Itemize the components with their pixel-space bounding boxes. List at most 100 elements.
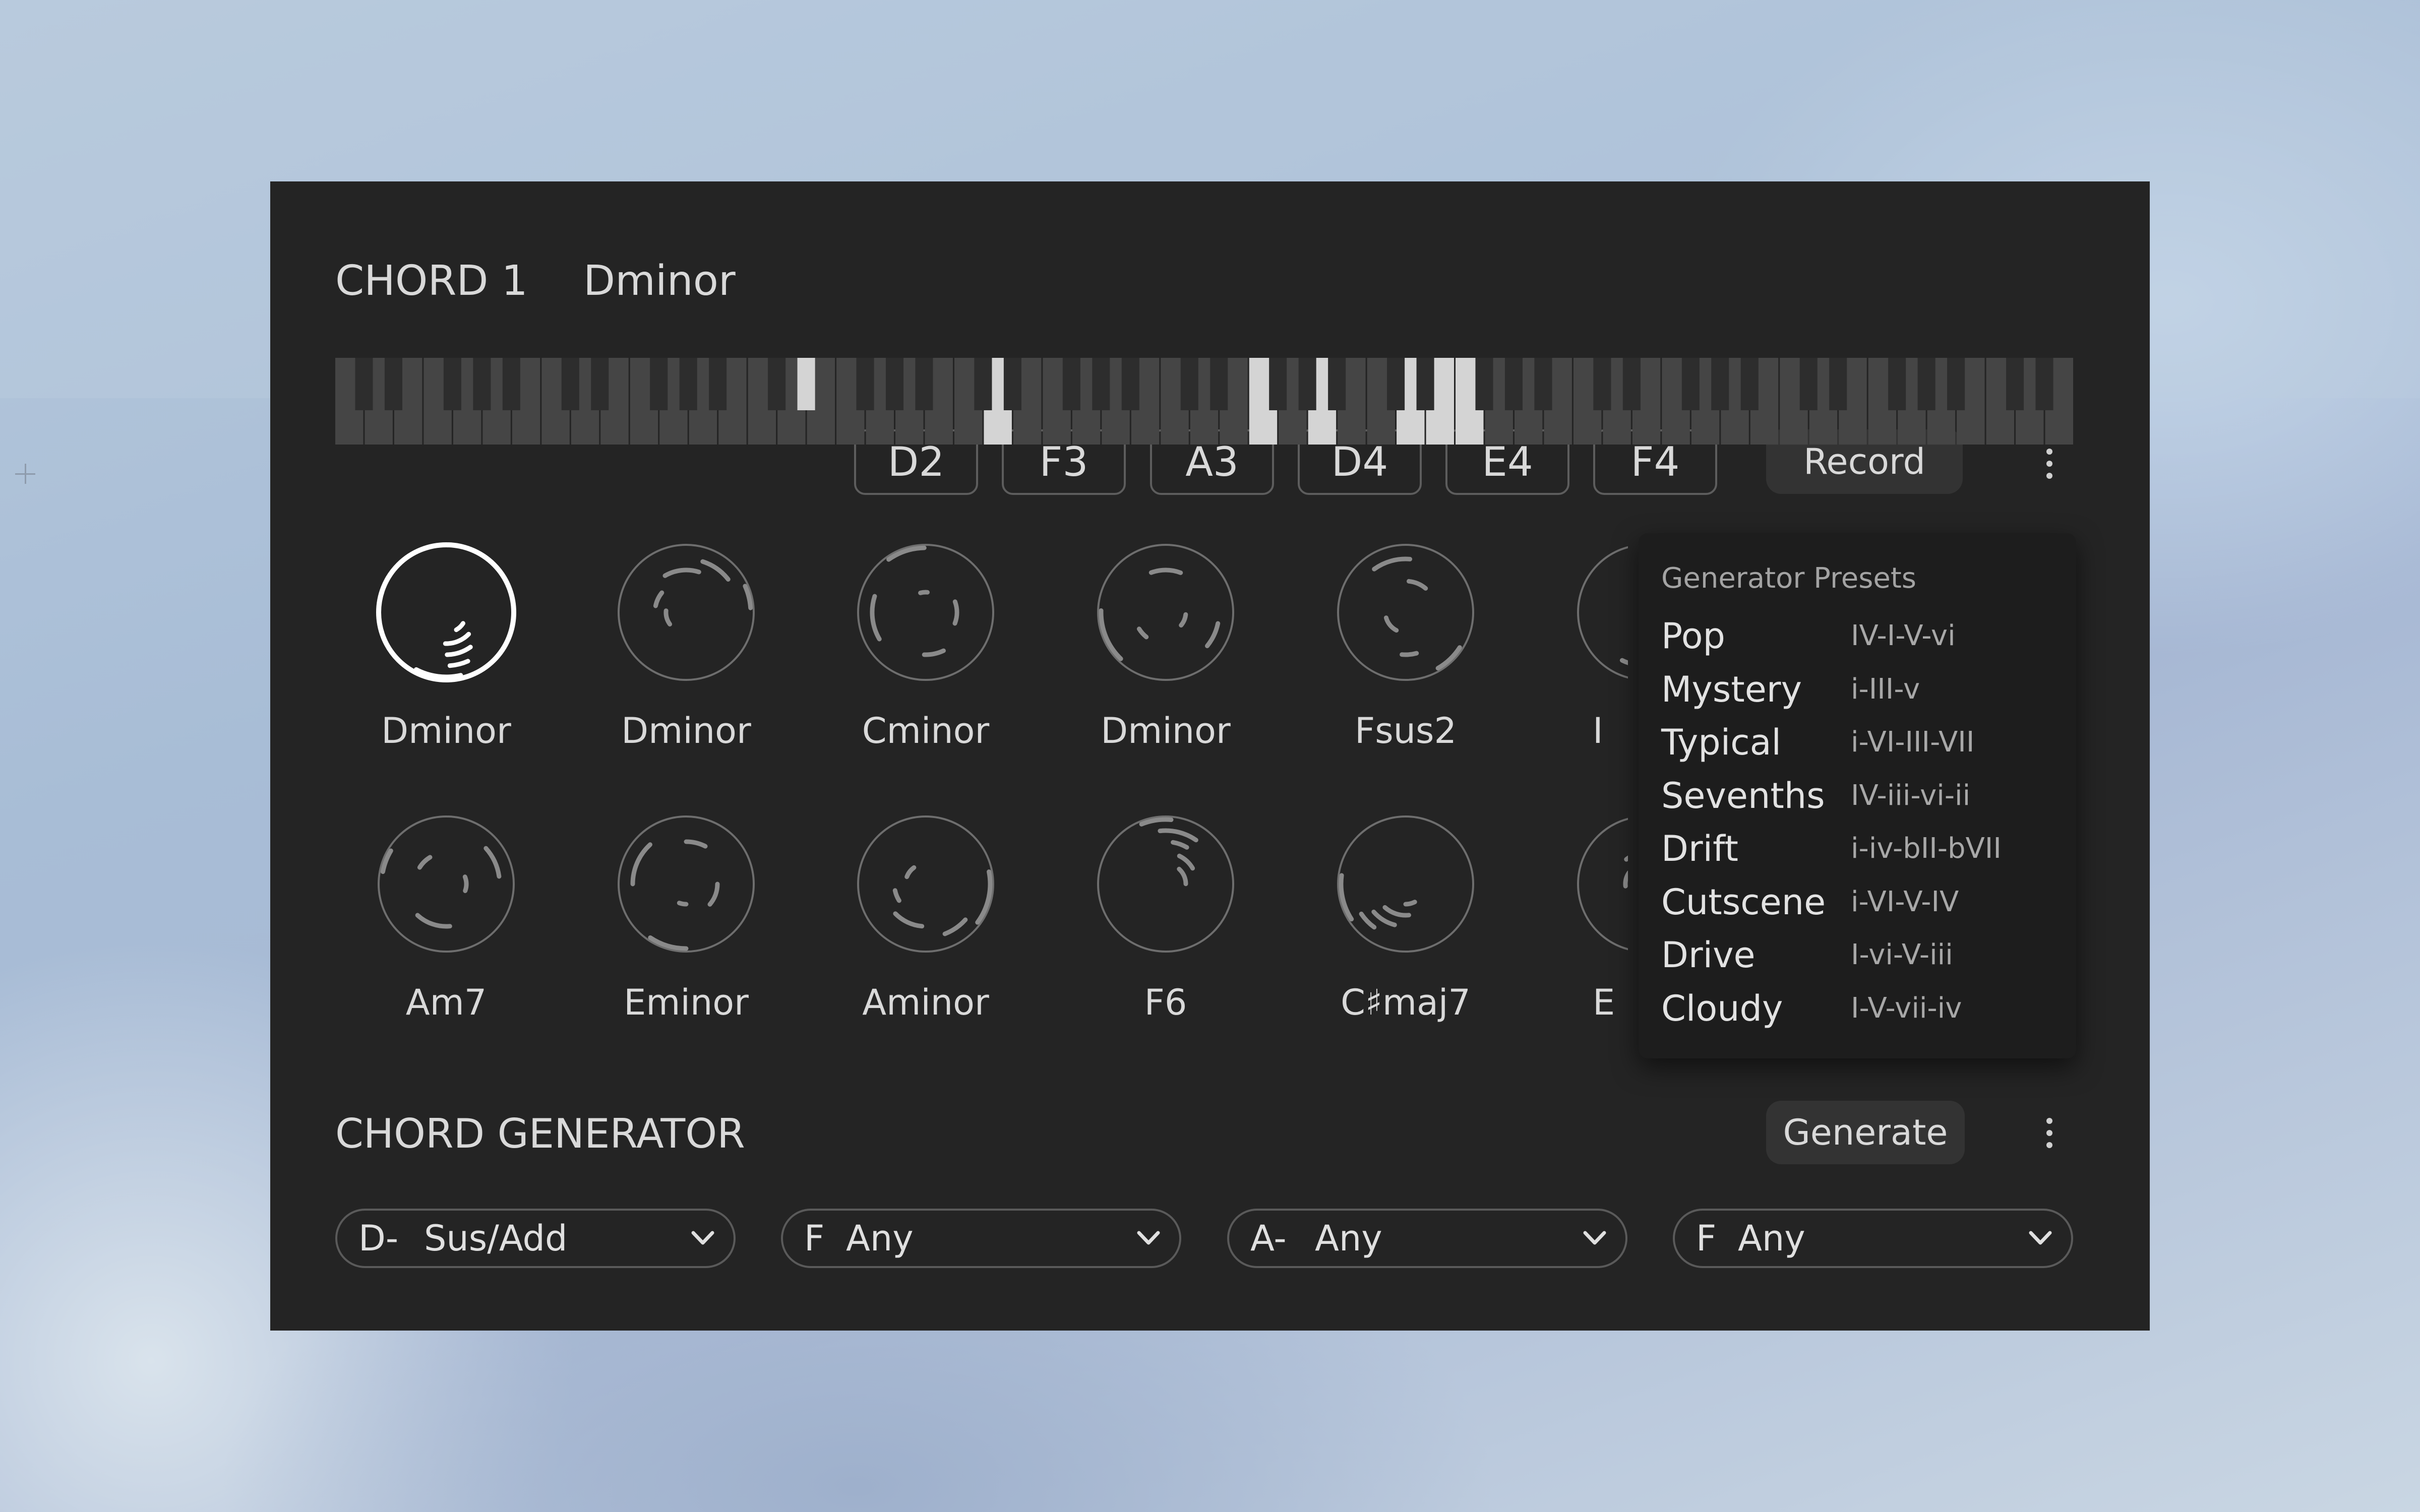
preset-item-typical[interactable]: Typical i-VI-III-VII: [1661, 718, 2065, 767]
select-type: Any: [1315, 1218, 1382, 1259]
select-note: A-: [1250, 1218, 1287, 1259]
chord-knob[interactable]: Cminor: [817, 542, 1034, 753]
black-key[interactable]: [1799, 358, 1818, 410]
black-key[interactable]: [1092, 358, 1110, 410]
generator-more-icon[interactable]: [2034, 1103, 2064, 1163]
piano-keyboard[interactable]: [335, 358, 2075, 445]
preset-item-sevenths[interactable]: Sevenths IV-iii-vi-ii: [1661, 772, 2065, 820]
generate-button[interactable]: Generate: [1766, 1101, 1965, 1164]
knob-dial-icon: [1097, 544, 1234, 681]
black-key[interactable]: [1121, 358, 1139, 410]
knob-dial-icon: [376, 542, 516, 682]
black-key[interactable]: [473, 358, 491, 410]
chord-knob[interactable]: Aminor: [817, 813, 1034, 1025]
chord-knob[interactable]: Eminor: [578, 813, 795, 1025]
black-key[interactable]: [797, 358, 815, 410]
black-key[interactable]: [1003, 358, 1021, 410]
generator-select-4[interactable]: F Any: [1673, 1209, 2073, 1268]
black-key[interactable]: [561, 358, 579, 410]
black-key[interactable]: [709, 358, 727, 410]
preset-name: Typical: [1661, 722, 1781, 763]
black-key[interactable]: [1210, 358, 1228, 410]
knob-label: Cminor: [862, 710, 990, 751]
black-key[interactable]: [1534, 358, 1552, 410]
black-key[interactable]: [915, 358, 933, 410]
black-key[interactable]: [1180, 358, 1198, 410]
knob-dial-icon: [378, 815, 515, 953]
generator-select-2[interactable]: F Any: [781, 1209, 1181, 1268]
preset-name: Drift: [1661, 828, 1738, 869]
black-key[interactable]: [1475, 358, 1493, 410]
knob-label: I: [1593, 710, 1603, 751]
black-key[interactable]: [1740, 358, 1759, 410]
preset-progression: IV-iii-vi-ii: [1851, 779, 1971, 812]
chevron-down-icon: [2029, 1231, 2052, 1245]
knob-dial-icon: [1337, 815, 1474, 953]
black-key[interactable]: [1917, 358, 1935, 410]
black-key[interactable]: [1593, 358, 1611, 410]
black-key[interactable]: [1387, 358, 1405, 410]
preset-item-cutscene[interactable]: Cutscene i-VI-V-IV: [1661, 878, 2065, 926]
preset-item-cloudy[interactable]: Cloudy I-V-vii-iv: [1661, 984, 2065, 1033]
preset-name: Cutscene: [1661, 881, 1826, 923]
black-key[interactable]: [650, 358, 668, 410]
chord-knob[interactable]: Fsus2: [1297, 542, 1514, 753]
generator-select-1[interactable]: D- Sus/Add: [335, 1209, 736, 1268]
black-key[interactable]: [1622, 358, 1641, 410]
black-key[interactable]: [2035, 358, 2053, 410]
select-type: Any: [1738, 1218, 1805, 1259]
black-key[interactable]: [1328, 358, 1346, 410]
black-key[interactable]: [1681, 358, 1700, 410]
select-type: Sus/Add: [424, 1218, 568, 1259]
black-key[interactable]: [1829, 358, 1847, 410]
black-key[interactable]: [591, 358, 609, 410]
knob-label: Dminor: [1101, 710, 1231, 751]
generator-select-3[interactable]: A- Any: [1227, 1209, 1627, 1268]
preset-item-mystery[interactable]: Mystery i-III-v: [1661, 665, 2065, 714]
preset-progression: i-VI-V-IV: [1851, 886, 1959, 918]
chevron-down-icon: [1137, 1231, 1160, 1245]
chord-knob[interactable]: F6: [1057, 813, 1274, 1025]
black-key[interactable]: [768, 358, 786, 410]
black-key[interactable]: [384, 358, 402, 410]
chord-knob[interactable]: E: [1537, 813, 1628, 1025]
black-key[interactable]: [1062, 358, 1080, 410]
preset-item-pop[interactable]: Pop IV-I-V-vi: [1661, 612, 2065, 660]
chord-knob[interactable]: Am7: [338, 813, 555, 1025]
black-key[interactable]: [355, 358, 373, 410]
preset-item-drift[interactable]: Drift i-iv-bII-bVII: [1661, 825, 2065, 873]
chord-knob[interactable]: Dminor: [338, 542, 555, 753]
black-key[interactable]: [885, 358, 904, 410]
black-key[interactable]: [679, 358, 697, 410]
black-key[interactable]: [974, 358, 992, 410]
chord-knob[interactable]: C♯maj7: [1297, 813, 1514, 1025]
black-key[interactable]: [2006, 358, 2024, 410]
plus-icon[interactable]: [15, 464, 35, 484]
knob-label: Dminor: [381, 710, 511, 751]
knob-dial-icon: [618, 544, 755, 681]
black-key[interactable]: [1888, 358, 1906, 410]
preset-name: Cloudy: [1661, 988, 1783, 1029]
preset-progression: i-III-v: [1851, 673, 1920, 706]
chord-knob[interactable]: Dminor: [1057, 542, 1274, 753]
chord-knob[interactable]: I: [1537, 542, 1628, 753]
black-key[interactable]: [1416, 358, 1434, 410]
preset-item-drive[interactable]: Drive I-vi-V-iii: [1661, 931, 2065, 979]
black-key[interactable]: [856, 358, 874, 410]
preset-progression: I-V-vii-iv: [1851, 992, 1962, 1025]
knob-dial-icon: [857, 815, 994, 953]
preset-progression: IV-I-V-vi: [1851, 619, 1956, 652]
black-key[interactable]: [502, 358, 520, 410]
black-key[interactable]: [1298, 358, 1316, 410]
knob-label: Dminor: [621, 710, 751, 751]
knob-dial-icon: [1577, 817, 1628, 951]
chord-knob[interactable]: Dminor: [578, 542, 795, 753]
black-key[interactable]: [1947, 358, 1965, 410]
black-key[interactable]: [1711, 358, 1729, 410]
black-key[interactable]: [1269, 358, 1287, 410]
black-key[interactable]: [443, 358, 461, 410]
black-key[interactable]: [1504, 358, 1523, 410]
generator-presets-menu: Generator Presets Pop IV-I-V-vi Mystery …: [1639, 533, 2076, 1058]
preset-name: Drive: [1661, 934, 1756, 976]
knob-label: F6: [1144, 982, 1187, 1023]
